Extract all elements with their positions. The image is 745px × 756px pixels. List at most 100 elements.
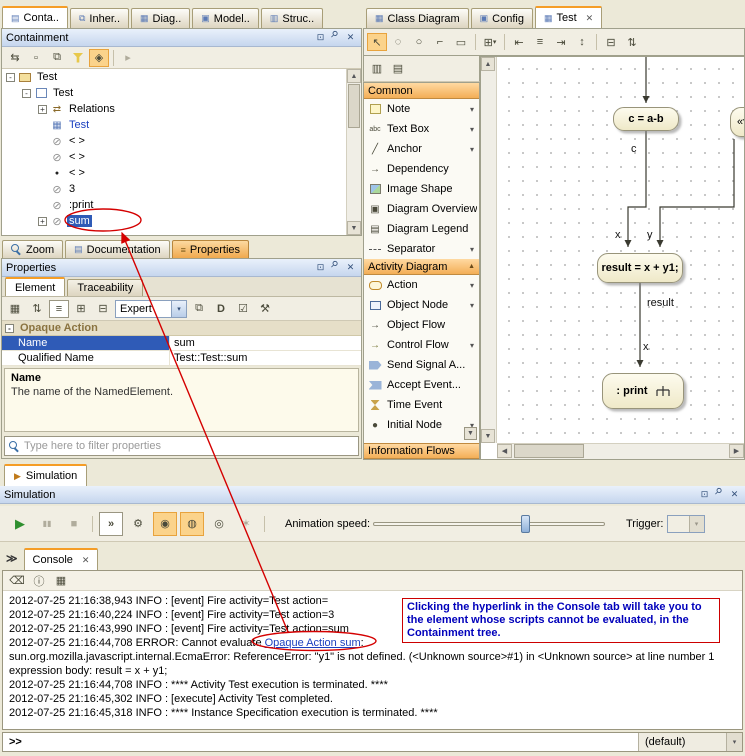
tree-row[interactable]: -Test xyxy=(2,69,361,85)
list-view-button[interactable]: ≡ xyxy=(49,300,69,318)
property-row-name[interactable]: Name sum xyxy=(2,336,361,351)
tab-model[interactable]: ▣Model.. xyxy=(192,8,259,28)
float-icon[interactable]: ⊡ xyxy=(698,488,711,501)
animation-speed-slider[interactable] xyxy=(373,512,613,536)
palette-item-separator[interactable]: Separator▾ xyxy=(364,239,479,259)
chevron-down-icon[interactable]: ▾ xyxy=(467,105,477,114)
tab-test[interactable]: ▦Test✕ xyxy=(535,6,602,28)
filter-properties-field[interactable] xyxy=(4,436,359,456)
collapse-icon[interactable]: - xyxy=(6,73,15,82)
slider-handle[interactable] xyxy=(521,515,530,533)
filter-button[interactable] xyxy=(68,49,88,67)
chevron-down-icon[interactable]: ▾ xyxy=(467,341,477,350)
horizontal-swimlane-button[interactable]: ▤ xyxy=(388,60,408,78)
palette-item-image-shape[interactable]: Image Shape xyxy=(364,179,479,199)
palette-item-diagram-overview[interactable]: ▣Diagram Overview xyxy=(364,199,479,219)
pause-button[interactable]: ▮▮ xyxy=(35,512,59,536)
pin-label-x[interactable]: x xyxy=(615,229,621,241)
palette-item-note[interactable]: Note▾ xyxy=(364,99,479,119)
float-icon[interactable]: ⊡ xyxy=(314,261,327,274)
info-button[interactable]: ⓘ xyxy=(29,572,49,590)
settings-button[interactable]: ⚙ xyxy=(126,512,150,536)
palette-item-diagram-legend[interactable]: ▤Diagram Legend xyxy=(364,219,479,239)
align-center-button[interactable]: ≡ xyxy=(530,33,550,51)
chevron-down-icon[interactable]: ▾ xyxy=(467,281,477,290)
palette-item-control-flow[interactable]: →Control Flow▾ xyxy=(364,335,479,355)
palette-item-action[interactable]: Action▾ xyxy=(364,275,479,295)
debug-button[interactable]: ✶ xyxy=(234,512,258,536)
float-icon[interactable]: ⊡ xyxy=(314,31,327,44)
diagram-canvas[interactable]: ▲ ▼ c = a-b «valueS result = x + y1; : p… xyxy=(480,56,745,460)
expand-all-button[interactable]: ⊞ xyxy=(71,300,91,318)
scroll-thumb[interactable] xyxy=(514,444,584,458)
tree-row[interactable]: ⊘:print xyxy=(2,197,361,213)
chevron-down-icon[interactable]: ▾ xyxy=(467,125,477,134)
tab-properties[interactable]: ≡Properties xyxy=(172,240,249,258)
palette-section-information-flows[interactable]: Information Flows xyxy=(364,443,479,459)
console-collapse-icon[interactable]: ≫ xyxy=(6,552,18,565)
palette-section-common[interactable]: Common xyxy=(364,83,479,99)
pin-icon[interactable]: ⚲ xyxy=(326,258,344,276)
web-ui-button[interactable]: ◎ xyxy=(207,512,231,536)
chevron-down-icon[interactable]: ▾ xyxy=(467,245,477,254)
tree-row[interactable]: ⊘< > xyxy=(2,133,361,149)
property-row-qualified-name[interactable]: Qualified Name Test::Test::sum xyxy=(2,351,361,366)
scroll-thumb[interactable] xyxy=(348,84,360,128)
layout-tree-button[interactable]: ⊞▾ xyxy=(480,33,500,51)
action-node-result[interactable]: result = x + y1; xyxy=(597,253,683,283)
select-in-diagram-button[interactable]: ▫ xyxy=(26,49,46,67)
tab-zoom[interactable]: Zoom xyxy=(2,240,63,258)
scroll-up-icon[interactable]: ▲ xyxy=(481,57,495,71)
expand-icon[interactable]: + xyxy=(38,217,47,226)
collapse-all-button[interactable]: ⊟ xyxy=(93,300,113,318)
collapse-icon[interactable]: - xyxy=(22,89,31,98)
slider-track[interactable] xyxy=(373,522,605,526)
path-tool-button[interactable]: ⌐ xyxy=(430,33,450,51)
vertical-swimlane-button[interactable]: ▥ xyxy=(367,60,387,78)
palette-item-accept-event[interactable]: Accept Event... xyxy=(364,375,479,395)
tab-class-diagram[interactable]: ▦Class Diagram xyxy=(366,8,469,28)
palette-scroll-up-icon[interactable]: ▲ xyxy=(468,263,475,270)
close-icon[interactable]: ✕ xyxy=(728,488,741,501)
highlight-button[interactable]: ◈ xyxy=(89,49,109,67)
palette-item-object-node[interactable]: Object Node▾ xyxy=(364,295,479,315)
tab-inheritance[interactable]: ⧉Inher.. xyxy=(70,8,129,28)
edge-label-result[interactable]: result xyxy=(647,297,674,309)
scroll-up-icon[interactable]: ▲ xyxy=(347,69,361,83)
palette-item-object-flow[interactable]: →Object Flow xyxy=(364,315,479,335)
canvas-grid[interactable]: c = a-b «valueS result = x + y1; : print… xyxy=(497,57,744,443)
tree-row-sum[interactable]: +⊘sum xyxy=(2,213,361,229)
tree-row[interactable]: ●< > xyxy=(2,165,361,181)
shape-tool-button[interactable]: ▭ xyxy=(451,33,471,51)
step-button[interactable]: » xyxy=(99,512,123,536)
close-icon[interactable]: ✕ xyxy=(344,31,357,44)
pin-icon[interactable]: ⚲ xyxy=(326,28,344,46)
palette-item-dependency[interactable]: →Dependency xyxy=(364,159,479,179)
magnet-tool-button[interactable]: ◌ xyxy=(388,33,408,51)
tree-row[interactable]: ▦Test xyxy=(2,117,361,133)
columns-button[interactable]: ▦ xyxy=(51,572,71,590)
mode-select[interactable]: Expert▾ xyxy=(115,300,187,318)
palette-item-send-signal[interactable]: Send Signal A... xyxy=(364,355,479,375)
property-section-header[interactable]: -Opaque Action xyxy=(2,321,361,336)
tab-documentation[interactable]: ▤Documentation xyxy=(65,240,170,258)
expand-icon[interactable]: + xyxy=(38,105,47,114)
scroll-down-icon[interactable]: ▼ xyxy=(347,221,361,235)
tab-config[interactable]: ▣Config xyxy=(471,8,533,28)
tree-row[interactable]: ⊘3 xyxy=(2,181,361,197)
tree-row[interactable]: -Test xyxy=(2,85,361,101)
link-with-tree-button[interactable]: ⇆ xyxy=(5,49,25,67)
distribute-button[interactable]: ↕ xyxy=(572,33,592,51)
copy-button[interactable]: ⧉ xyxy=(47,49,67,67)
action-node-print[interactable]: : print xyxy=(602,373,684,409)
scroll-right-icon[interactable]: ▶ xyxy=(729,444,744,458)
filter-properties-input[interactable] xyxy=(24,440,354,452)
close-icon[interactable]: ✕ xyxy=(344,261,357,274)
copy-value-button[interactable]: ⧉ xyxy=(189,300,209,318)
tab-diagrams[interactable]: ▦Diag.. xyxy=(131,8,190,28)
palette-item-anchor[interactable]: ╱Anchor▾ xyxy=(364,139,479,159)
trigger-select[interactable]: ▾ xyxy=(667,515,705,533)
customize-button[interactable]: ⚒ xyxy=(255,300,275,318)
palette-scroll-down-icon[interactable]: ▼ xyxy=(464,427,477,440)
session-select[interactable]: (default)▾ xyxy=(638,733,742,751)
